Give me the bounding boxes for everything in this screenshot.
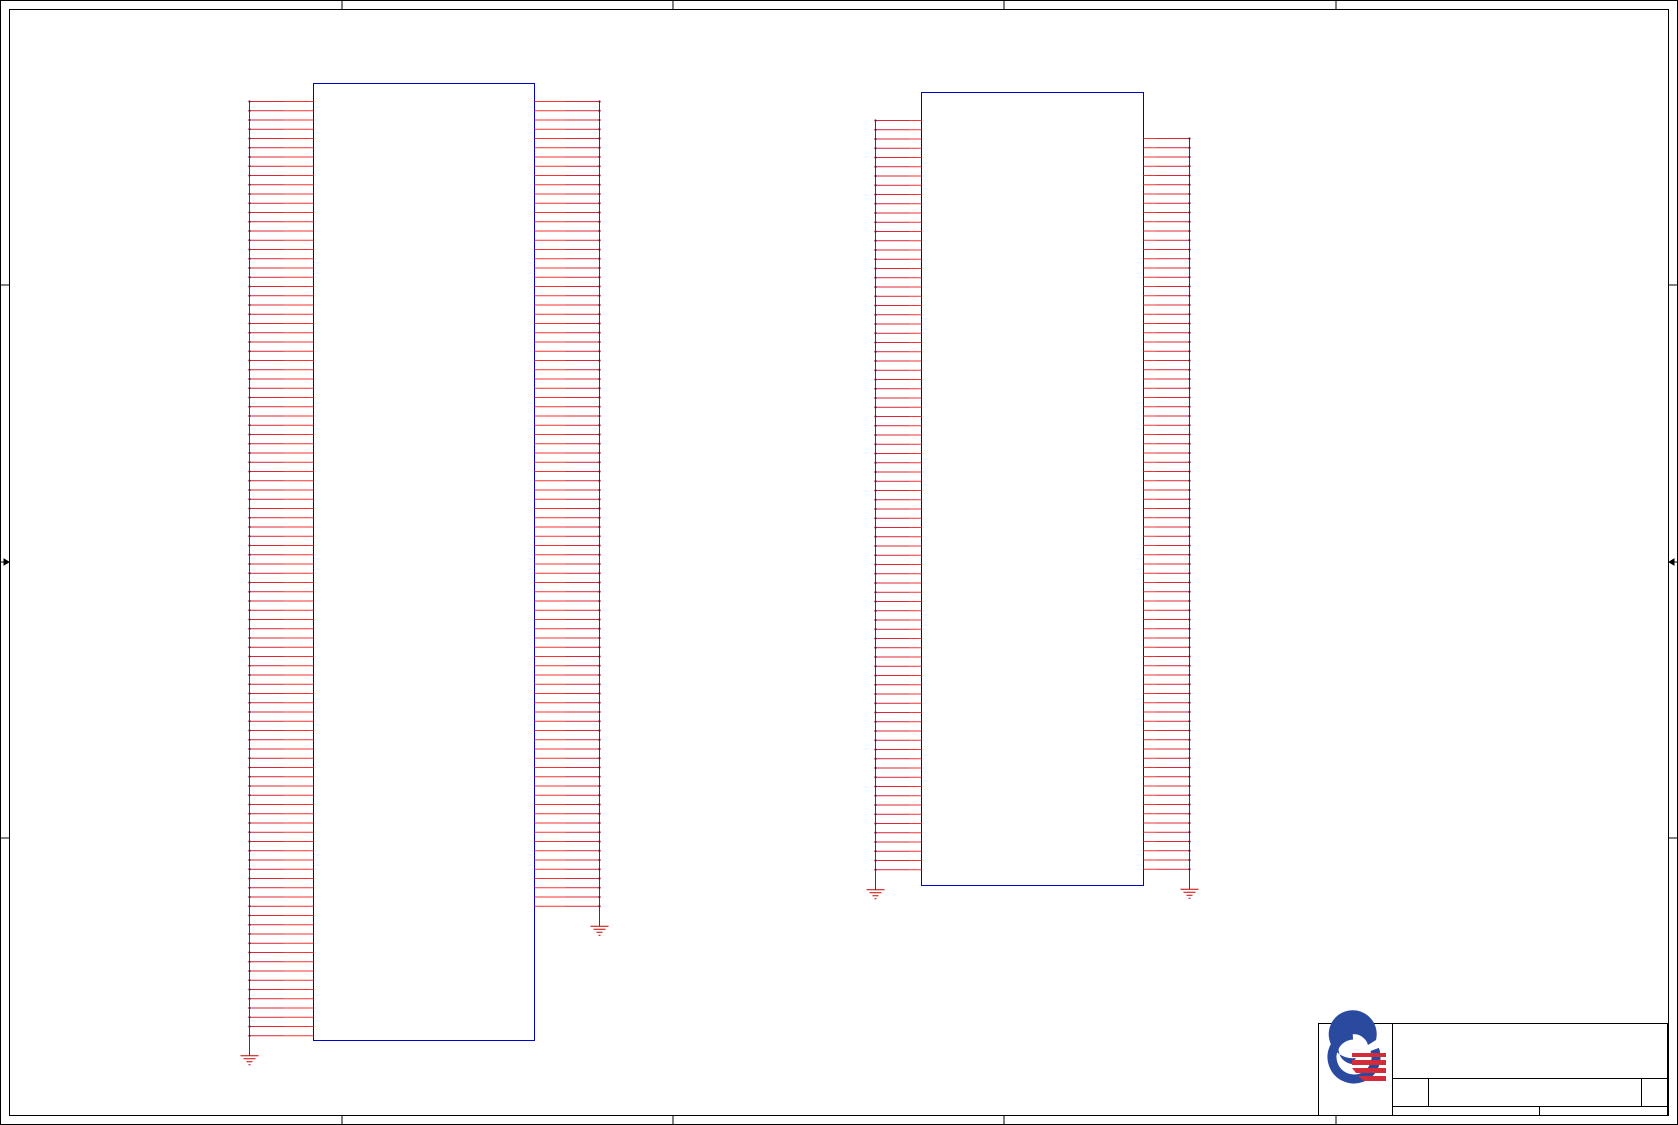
logo-stripe-top	[1352, 1053, 1386, 1057]
component-u1-left-pins	[248, 100, 314, 1056]
ground-symbols	[240, 888, 1199, 1066]
ground-icon	[590, 925, 609, 936]
component-u2-left-pins	[874, 119, 922, 890]
zone-ticks	[0, 0, 1678, 1125]
ground-icon	[866, 889, 885, 900]
schematic-sheet	[0, 0, 1678, 1125]
outer-border	[0, 0, 1678, 1125]
logo-stripe-2	[1352, 1068, 1386, 1073]
logo-stripe-1	[1352, 1060, 1386, 1065]
center-arrow-right-icon	[1668, 558, 1675, 566]
company-logo-icon	[1327, 1010, 1386, 1084]
component-u1-body[interactable]	[313, 83, 535, 1041]
schematic-canvas	[0, 0, 1678, 1125]
component-u1-right-pins	[534, 100, 601, 927]
component-u2-right-pins	[1143, 137, 1191, 890]
center-arrow-left-icon	[3, 558, 10, 566]
ground-icon	[240, 1055, 259, 1066]
ground-icon	[1180, 888, 1199, 899]
sheet-frame	[0, 0, 1678, 1125]
component-u2-body[interactable]	[921, 92, 1144, 886]
